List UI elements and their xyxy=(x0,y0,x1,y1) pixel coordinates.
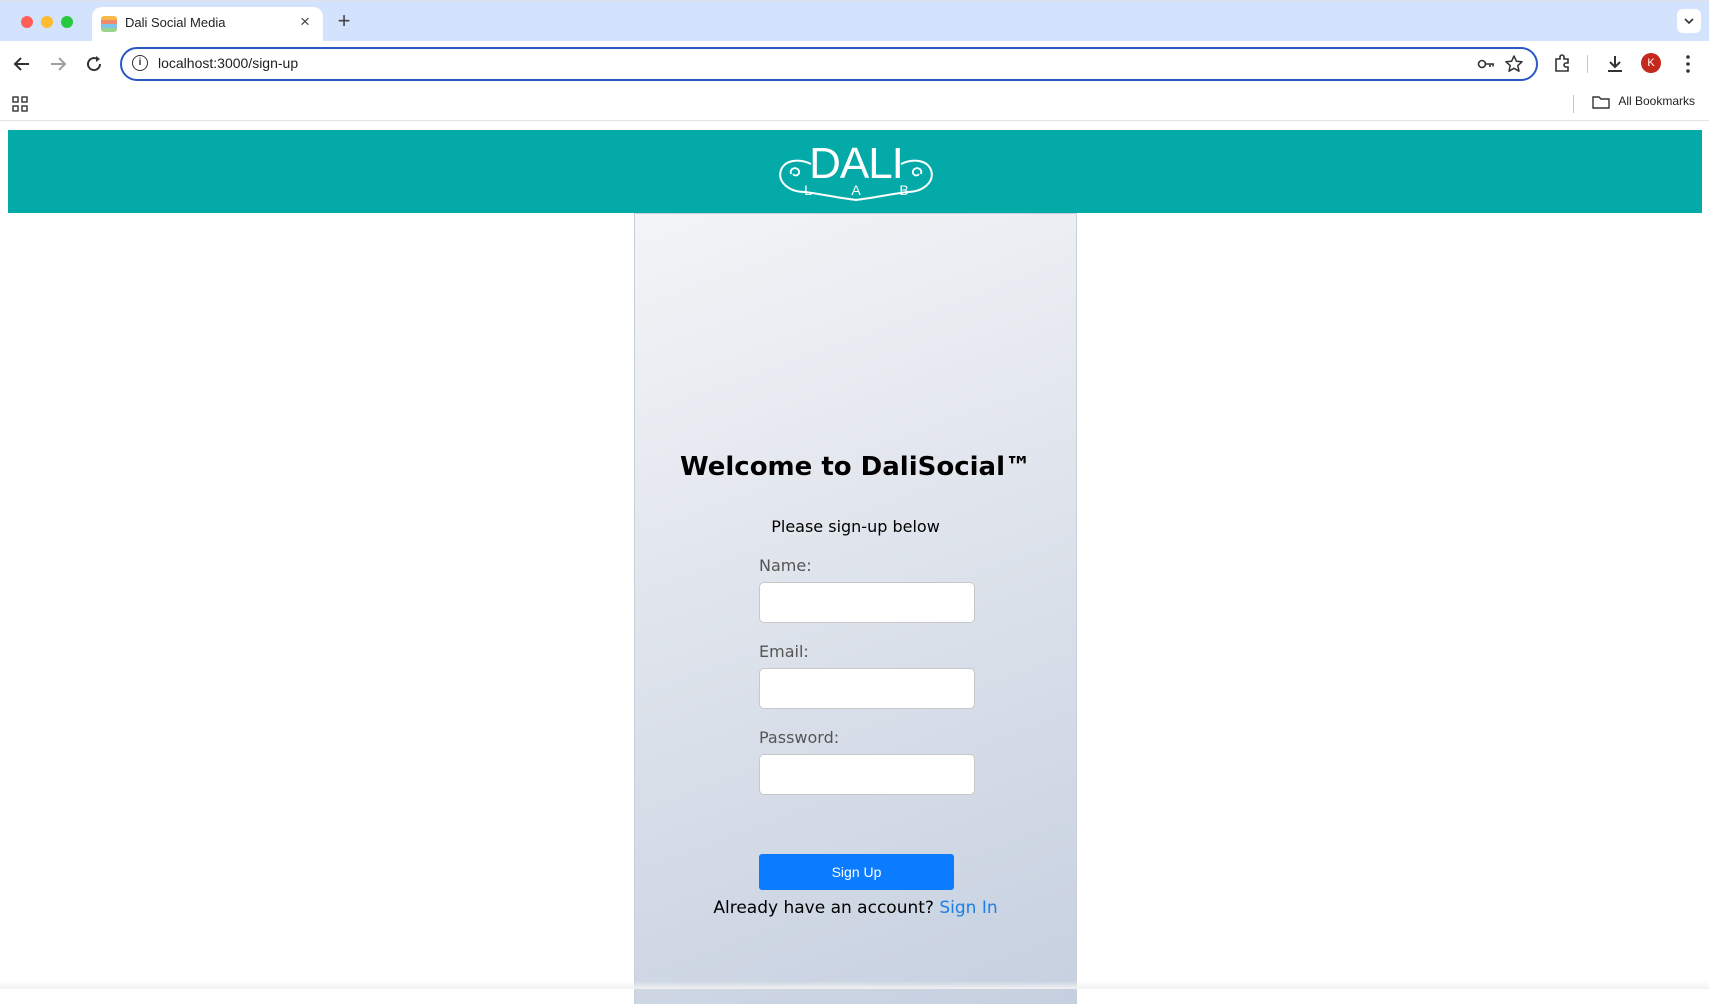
password-field[interactable] xyxy=(759,754,975,795)
back-arrow-icon[interactable] xyxy=(10,52,34,76)
tab-strip: Dali Social Media × + xyxy=(0,0,1709,42)
address-bar[interactable]: i localhost:3000/sign-up xyxy=(120,47,1538,81)
bookmarks-divider xyxy=(1573,95,1574,113)
dali-lab-logo: DALI L A B xyxy=(779,139,933,202)
signin-prompt-text: Already have an account? xyxy=(713,898,934,918)
name-label: Name: xyxy=(759,556,812,575)
profile-avatar[interactable]: K xyxy=(1641,53,1661,73)
key-icon[interactable] xyxy=(1476,54,1496,74)
tab-title: Dali Social Media xyxy=(125,15,226,30)
forward-arrow-icon[interactable] xyxy=(46,52,70,76)
all-bookmarks-button[interactable]: All Bookmarks xyxy=(1592,94,1695,109)
tab-search-button[interactable] xyxy=(1677,9,1701,33)
folder-icon xyxy=(1592,96,1611,109)
password-label: Password: xyxy=(759,728,840,747)
chevron-down-icon xyxy=(1684,18,1694,25)
sign-up-button[interactable]: Sign Up xyxy=(759,854,954,890)
download-icon[interactable] xyxy=(1603,52,1627,76)
site-header: DALI L A B xyxy=(8,130,1702,213)
apps-grid-icon[interactable] xyxy=(12,96,28,112)
signup-subtitle: Please sign-up below xyxy=(771,517,940,536)
site-info-icon[interactable]: i xyxy=(132,55,148,71)
close-window-button[interactable] xyxy=(21,16,33,28)
minimize-window-button[interactable] xyxy=(41,16,53,28)
close-tab-icon[interactable]: × xyxy=(295,12,315,32)
toolbar-divider xyxy=(1587,55,1588,73)
new-tab-button[interactable]: + xyxy=(332,9,356,33)
browser-tab-active[interactable]: Dali Social Media × xyxy=(92,7,323,42)
logo-letter-b: B xyxy=(899,182,908,198)
bookmark-star-icon[interactable] xyxy=(1504,54,1524,74)
logo-letter-l: L xyxy=(804,182,812,198)
bottom-shadow xyxy=(0,981,1709,989)
email-field[interactable] xyxy=(759,668,975,709)
browser-toolbar: i localhost:3000/sign-up K xyxy=(0,41,1709,87)
bookmarks-bar: All Bookmarks xyxy=(0,87,1709,121)
logo-text: DALI xyxy=(809,139,903,188)
signin-prompt-line: Already have an account? Sign In xyxy=(635,898,1076,918)
signup-card: Welcome to DaliSocial™ Please sign-up be… xyxy=(634,213,1077,1004)
all-bookmarks-label: All Bookmarks xyxy=(1618,94,1695,108)
name-field[interactable] xyxy=(759,582,975,623)
page-title: Welcome to DaliSocial™ xyxy=(679,452,1031,482)
page-viewport: DALI L A B Welcome to DaliSocial™ Please… xyxy=(0,121,1709,1004)
extensions-icon[interactable] xyxy=(1550,52,1574,76)
favicon-icon xyxy=(101,16,117,32)
url-text[interactable]: localhost:3000/sign-up xyxy=(158,55,298,71)
logo-letter-a: A xyxy=(851,182,861,198)
reload-icon[interactable] xyxy=(82,52,106,76)
more-menu-icon[interactable] xyxy=(1676,52,1700,76)
maximize-window-button[interactable] xyxy=(61,16,73,28)
email-label: Email: xyxy=(759,642,809,661)
sign-in-link[interactable]: Sign In xyxy=(939,898,997,918)
